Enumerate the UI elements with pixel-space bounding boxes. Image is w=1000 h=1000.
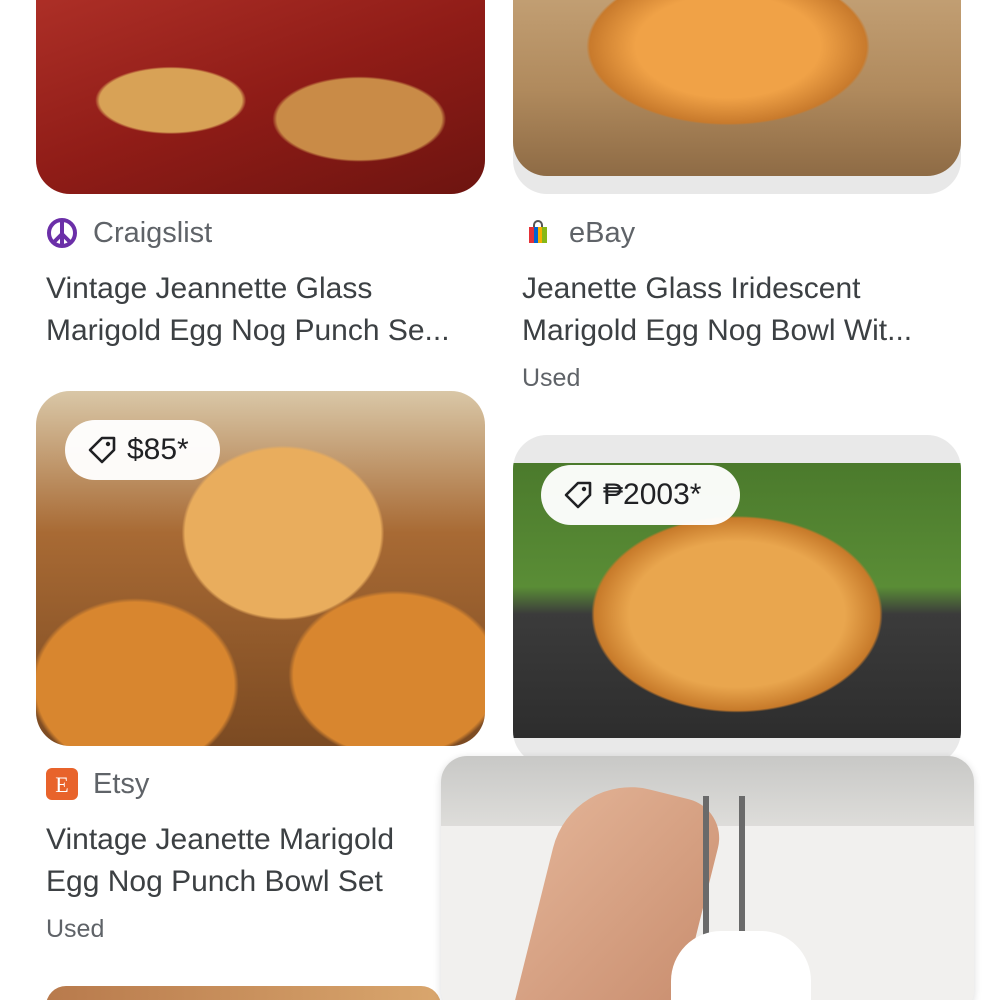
result-source-craigslist[interactable]: Craigslist — [45, 216, 212, 250]
result-image-craigslist[interactable] — [36, 0, 485, 194]
shopping-bag-icon — [521, 216, 555, 250]
price-chip[interactable]: $85* — [65, 420, 220, 480]
source-name: Craigslist — [93, 216, 213, 249]
title-line: Vintage Jeannette Glass — [46, 272, 373, 305]
result-title-ebay[interactable]: Jeanette Glass Iridescent Marigold Egg N… — [522, 268, 952, 352]
title-line: Jeanette Glass Iridescent — [522, 272, 861, 305]
price-value: $85* — [127, 433, 189, 466]
photo-content — [513, 0, 961, 176]
photo-content — [671, 931, 811, 1000]
source-name: eBay — [569, 216, 636, 249]
source-name: Etsy — [93, 767, 150, 800]
price-tag-icon — [563, 480, 593, 510]
result-title-craigslist[interactable]: Vintage Jeannette Glass Marigold Egg Nog… — [46, 268, 476, 352]
title-line: Marigold Egg Nog Bowl Wit... — [522, 314, 913, 347]
title-line: Vintage Jeanette Marigold — [46, 823, 395, 856]
title-line: Egg Nog Punch Bowl Set — [46, 865, 383, 898]
condition-label: Used — [46, 915, 105, 943]
image-search-results: Craigslist Vintage Jeannette Glass Marig… — [0, 0, 1000, 1000]
result-image-ebay[interactable] — [513, 0, 961, 194]
price-chip[interactable]: ₱2003* — [541, 465, 740, 525]
price-tag-icon — [87, 435, 117, 465]
result-title-etsy[interactable]: Vintage Jeanette Marigold Egg Nog Punch … — [46, 819, 441, 903]
title-line: Marigold Egg Nog Punch Se... — [46, 314, 450, 347]
etsy-e-icon: E — [45, 767, 79, 801]
result-image-partial[interactable] — [46, 986, 441, 1000]
video-overlay-thumbnail[interactable] — [441, 756, 974, 1000]
result-source-ebay[interactable]: eBay — [521, 216, 635, 250]
result-source-etsy[interactable]: E Etsy — [45, 767, 149, 801]
condition-label: Used — [522, 364, 581, 392]
peace-sign-icon — [45, 216, 79, 250]
svg-text:E: E — [55, 772, 68, 797]
price-value: ₱2003* — [603, 478, 702, 511]
